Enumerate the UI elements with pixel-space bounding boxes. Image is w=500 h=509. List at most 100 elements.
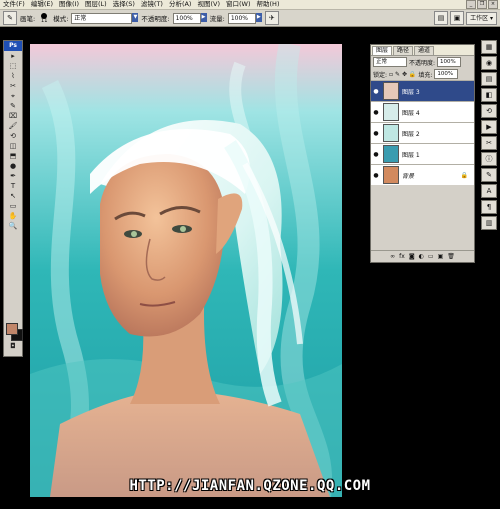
navigator-icon[interactable]: ▦ <box>481 40 497 54</box>
quick-mask-icon[interactable]: ◘ <box>4 341 22 351</box>
brush-label: 画笔: <box>20 15 36 23</box>
adjustment-icon[interactable]: ◐ <box>419 253 424 260</box>
brush-tool-icon[interactable]: 🖌 <box>4 121 22 131</box>
menu-layer[interactable]: 图层(L) <box>82 0 110 9</box>
chevron-right-icon: ▶ <box>200 12 207 22</box>
trash-icon[interactable]: 🗑 <box>447 253 455 260</box>
hand-tool-icon[interactable]: ✋ <box>4 211 22 221</box>
layer-comps-icon[interactable]: ▥ <box>481 216 497 230</box>
workspace-area: ▤ ▣ 工作区 ▾ <box>434 11 497 25</box>
history-icon[interactable]: ⟲ <box>481 104 497 118</box>
info-icon[interactable]: ⓘ <box>481 152 497 166</box>
tab-channels[interactable]: 通道 <box>414 46 435 55</box>
brush-presets-icon[interactable]: ✎ <box>481 168 497 182</box>
new-layer-icon[interactable]: ▣ <box>438 253 444 260</box>
layer-opacity-label: 不透明度: <box>409 59 436 67</box>
eye-icon[interactable]: ● <box>371 88 381 95</box>
fill-field[interactable]: 100% <box>434 69 459 79</box>
pen-tool-icon[interactable]: ✒ <box>4 171 22 181</box>
styles-icon[interactable]: ◧ <box>481 88 497 102</box>
opacity-label: 不透明度: <box>141 15 170 23</box>
move-tool-icon[interactable]: ▸ <box>4 51 22 61</box>
menu-edit[interactable]: 编辑(E) <box>28 0 56 9</box>
menu-window[interactable]: 窗口(W) <box>223 0 254 9</box>
gradient-tool-icon[interactable]: ⬒ <box>4 151 22 161</box>
opacity-value: 100% <box>172 12 201 24</box>
tools-icon[interactable]: ✂ <box>481 136 497 150</box>
blur-tool-icon[interactable]: ● <box>4 161 22 171</box>
foreground-color-swatch[interactable] <box>6 323 18 335</box>
lock-fill-row: 锁定: ▫ ✎ ✥ 🔒 填充: 100% <box>371 68 474 80</box>
blend-opacity-row: 正常 不透明度: 100% <box>371 56 474 68</box>
eraser-tool-icon[interactable]: ◫ <box>4 141 22 151</box>
layer-row-1[interactable]: ● 图层 1 <box>371 143 474 164</box>
layer-name: 图层 3 <box>402 88 420 96</box>
layer-opacity-field[interactable]: 100% <box>437 57 462 67</box>
panel-dock: ▦ ◉ ▤ ◧ ⟲ ▶ ✂ ⓘ ✎ A ¶ ▥ <box>481 40 498 240</box>
lock-label: 锁定: <box>373 71 388 79</box>
marquee-tool-icon[interactable]: ⬚ <box>4 61 22 71</box>
flow-value: 100% <box>227 12 256 24</box>
opacity-field[interactable]: 100% ▶ <box>172 12 207 24</box>
document-canvas[interactable] <box>30 44 342 497</box>
chevron-right-icon: ▶ <box>255 12 262 22</box>
layer-row-3[interactable]: ● 图层 3 <box>371 80 474 101</box>
window-controls: _ ❐ × <box>466 0 500 9</box>
zoom-tool-icon[interactable]: 🔍 <box>4 221 22 231</box>
brushes-palette-icon[interactable]: ▤ <box>434 11 449 25</box>
restore-icon[interactable]: ❐ <box>477 0 487 9</box>
fx-icon[interactable]: fx <box>399 253 405 260</box>
brush-preset-picker[interactable]: 11 <box>38 12 50 24</box>
eye-icon[interactable]: ● <box>371 151 381 158</box>
character-icon[interactable]: A <box>481 184 497 198</box>
brush-tool-icon[interactable]: ✎ <box>3 11 17 25</box>
color-icon[interactable]: ◉ <box>481 56 497 70</box>
layer-thumbnail <box>383 82 399 100</box>
shape-tool-icon[interactable]: ▭ <box>4 201 22 211</box>
eyedropper-tool-icon[interactable]: ⌖ <box>4 91 22 101</box>
actions-icon[interactable]: ▶ <box>481 120 497 134</box>
history-brush-tool-icon[interactable]: ⟲ <box>4 131 22 141</box>
mode-select[interactable]: 正常 ▼ <box>71 12 139 24</box>
healing-tool-icon[interactable]: ✎ <box>4 101 22 111</box>
mode-value: 正常 <box>71 12 133 24</box>
layer-name: 图层 1 <box>402 151 420 159</box>
menu-image[interactable]: 图像(I) <box>56 0 82 9</box>
lock-icon: 🔒 <box>460 171 468 179</box>
path-selection-tool-icon[interactable]: ↖ <box>4 191 22 201</box>
clone-stamp-tool-icon[interactable]: ⌧ <box>4 111 22 121</box>
layer-row-4[interactable]: ● 图层 4 <box>371 101 474 122</box>
menu-select[interactable]: 选择(S) <box>110 0 138 9</box>
blend-mode-select[interactable]: 正常 <box>373 57 407 67</box>
menu-analysis[interactable]: 分析(A) <box>166 0 195 9</box>
close-icon[interactable]: × <box>488 0 498 9</box>
eye-icon[interactable]: ● <box>371 172 381 179</box>
layer-name: 图层 4 <box>402 109 420 117</box>
minimize-icon[interactable]: _ <box>466 0 476 9</box>
eye-icon[interactable]: ● <box>371 109 381 116</box>
tab-paths[interactable]: 路径 <box>393 46 414 55</box>
layer-row-background[interactable]: ● 背景 🔒 <box>371 164 474 185</box>
menu-view[interactable]: 视图(V) <box>194 0 223 9</box>
options-bar: ✎ 画笔: 11 模式: 正常 ▼ 不透明度: 100% ▶ 流量: 100% … <box>0 10 500 27</box>
paragraph-icon[interactable]: ¶ <box>481 200 497 214</box>
bridge-icon[interactable]: ▣ <box>450 11 465 25</box>
flow-field[interactable]: 100% ▶ <box>227 12 262 24</box>
swatches-icon[interactable]: ▤ <box>481 72 497 86</box>
layer-row-2[interactable]: ● 图层 2 <box>371 122 474 143</box>
mask-icon[interactable]: ◙ <box>409 253 415 260</box>
tab-layers[interactable]: 图层 <box>372 46 393 55</box>
layer-name: 图层 2 <box>402 130 420 138</box>
link-icon[interactable]: ∞ <box>390 253 395 260</box>
lock-icons[interactable]: ▫ ✎ ✥ 🔒 <box>389 71 416 78</box>
type-tool-icon[interactable]: T <box>4 181 22 191</box>
airbrush-icon[interactable]: ✈ <box>264 11 279 25</box>
menu-help[interactable]: 帮助(H) <box>254 0 283 9</box>
group-icon[interactable]: ▭ <box>428 253 434 260</box>
menu-file[interactable]: 文件(F) <box>0 0 28 9</box>
workspace-button[interactable]: 工作区 ▾ <box>466 11 497 25</box>
menu-filter[interactable]: 滤镜(T) <box>138 0 166 9</box>
eye-icon[interactable]: ● <box>371 130 381 137</box>
crop-tool-icon[interactable]: ✂ <box>4 81 22 91</box>
lasso-tool-icon[interactable]: ⌇ <box>4 71 22 81</box>
